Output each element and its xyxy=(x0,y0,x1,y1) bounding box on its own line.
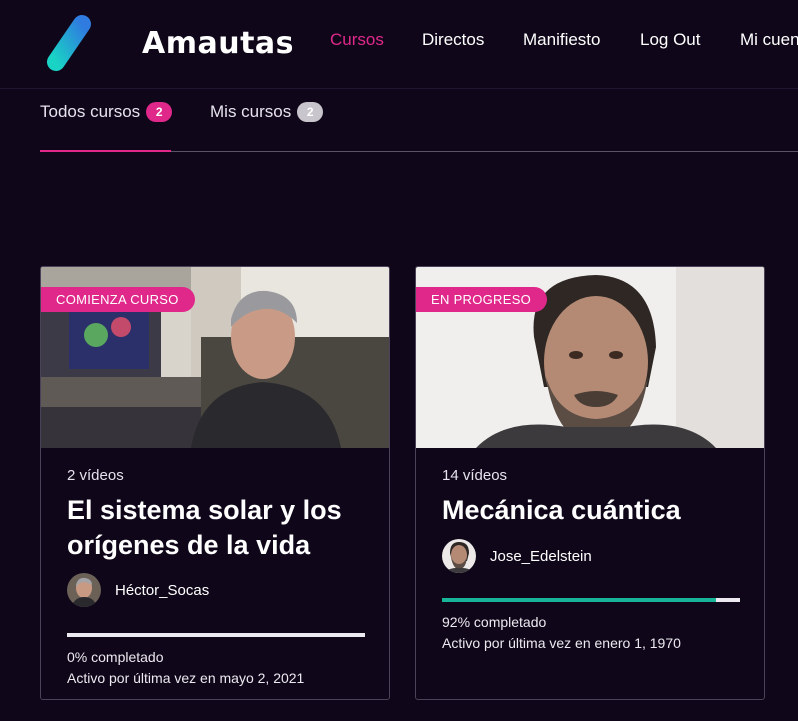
tab-todos-cursos[interactable]: Todos cursos 2 xyxy=(40,102,173,122)
course-title[interactable]: El sistema solar y los orígenes de la vi… xyxy=(67,493,367,563)
video-count: 14 vídeos xyxy=(442,467,508,484)
course-card[interactable]: COMIENZA CURSO 2 vídeos El sistema solar… xyxy=(40,266,390,700)
course-meta: 0% completado Activo por última vez en m… xyxy=(67,647,304,689)
course-card[interactable]: EN PROGRESO 14 vídeos Mecánica cuántica … xyxy=(415,266,765,700)
progress-text: 92% completado xyxy=(442,614,547,630)
author-name: Héctor_Socas xyxy=(115,581,210,599)
nav-item-mi-cuenta[interactable]: Mi cuenta xyxy=(740,30,798,50)
course-image[interactable]: COMIENZA CURSO xyxy=(41,267,389,448)
avatar xyxy=(442,539,476,573)
count-badge: 2 xyxy=(146,102,173,122)
course-status-label: COMIENZA CURSO xyxy=(41,287,195,312)
course-status-label: EN PROGRESO xyxy=(416,287,548,312)
nav-item-manifiesto[interactable]: Manifiesto xyxy=(523,30,600,50)
progress-bar xyxy=(442,598,740,602)
last-activity: Activo por última vez en enero 1, 1970 xyxy=(442,635,681,651)
active-tab-indicator xyxy=(40,150,171,152)
video-count: 2 vídeos xyxy=(67,467,124,484)
last-activity: Activo por última vez en mayo 2, 2021 xyxy=(67,670,305,686)
author-name: Jose_Edelstein xyxy=(490,547,592,565)
progress-fill xyxy=(442,598,717,602)
tab-mis-cursos[interactable]: Mis cursos 2 xyxy=(210,102,324,122)
progress-text: 0% completado xyxy=(67,649,164,665)
tab-label: Mis cursos xyxy=(210,102,292,121)
logo-text: Amautas xyxy=(142,26,295,61)
course-tabs: Todos cursos 2 Mis cursos 2 xyxy=(40,100,798,152)
course-image[interactable]: EN PROGRESO xyxy=(416,267,764,448)
amautas-logo-icon xyxy=(47,13,129,73)
course-author[interactable]: Héctor_Socas xyxy=(67,573,209,607)
course-author[interactable]: Jose_Edelstein xyxy=(442,539,592,573)
avatar xyxy=(67,573,101,607)
course-title[interactable]: Mecánica cuántica xyxy=(442,493,742,528)
nav-item-directos[interactable]: Directos xyxy=(422,30,484,50)
nav-item-log-out[interactable]: Log Out xyxy=(640,30,701,50)
logo[interactable]: Amautas xyxy=(44,12,294,74)
count-badge: 2 xyxy=(297,102,324,122)
tab-label: Todos cursos xyxy=(40,102,141,121)
nav-item-cursos[interactable]: Cursos xyxy=(330,30,384,50)
progress-bar xyxy=(67,633,365,637)
site-header: Amautas Cursos Directos Manifiesto Log O… xyxy=(0,0,798,89)
course-meta: 92% completado Activo por última vez en … xyxy=(442,612,681,654)
